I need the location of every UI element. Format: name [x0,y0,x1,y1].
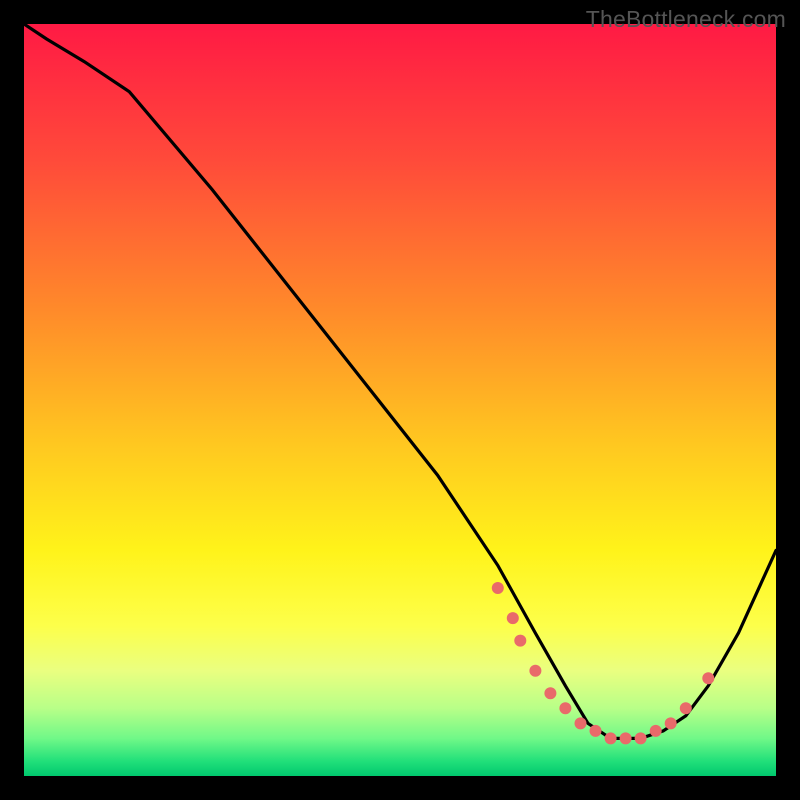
chart-marker-dot [544,687,556,699]
chart-marker-dot [492,582,504,594]
chart-marker-dot [575,717,587,729]
chart-marker-dot [514,635,526,647]
chart-marker-dot [559,702,571,714]
chart-overlay [24,24,776,776]
watermark-text: TheBottleneck.com [586,6,786,33]
chart-marker-dot [702,672,714,684]
chart-marker-dot [620,732,632,744]
chart-marker-dot [605,732,617,744]
chart-marker-dot [590,725,602,737]
chart-marker-dot [650,725,662,737]
chart-marker-dot [507,612,519,624]
chart-curve [24,24,776,738]
chart-marker-dot [529,665,541,677]
chart-marker-dot [635,732,647,744]
chart-marker-dot [680,702,692,714]
chart-marker-dot [665,717,677,729]
